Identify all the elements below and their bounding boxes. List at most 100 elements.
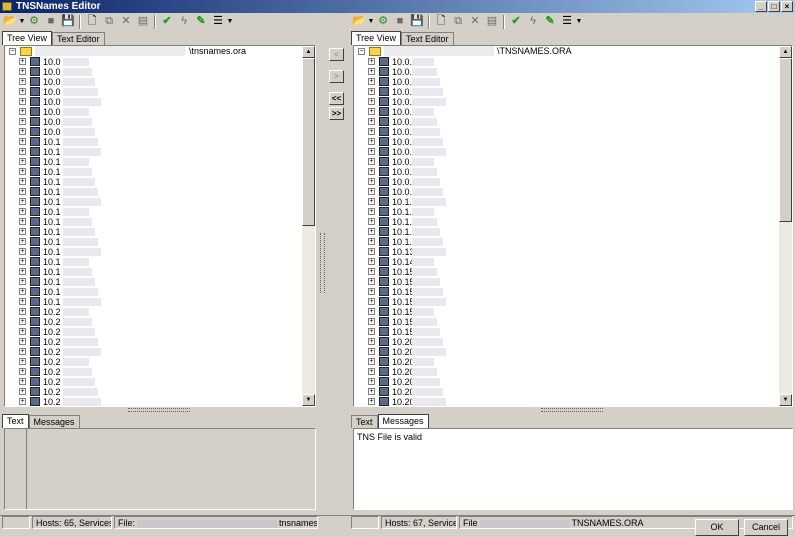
tree-node[interactable]: +10.0	[5, 67, 315, 77]
chevron-down-icon[interactable]: ▼	[368, 14, 375, 29]
expand-icon[interactable]: +	[368, 328, 375, 335]
tree-node[interactable]: +10.20	[354, 367, 792, 377]
tree-node[interactable]: +10.2	[5, 367, 315, 377]
tree-node[interactable]: +10.20	[354, 377, 792, 387]
tree-node[interactable]: +10.1	[5, 187, 315, 197]
expand-icon[interactable]: +	[19, 248, 26, 255]
tree-node[interactable]: +10.1	[5, 267, 315, 277]
copy-all-right-button[interactable]: >>	[329, 107, 344, 120]
tree-root[interactable]: − \tnsnames.ora	[5, 46, 315, 57]
left-tree-view[interactable]: − \tnsnames.ora +10.0 +10.0 +10.0 +10.0 +10.…	[4, 45, 316, 407]
expand-icon[interactable]: +	[19, 308, 26, 315]
check-edit-icon[interactable]: ✎	[542, 14, 558, 29]
tree-node[interactable]: +10.0	[5, 97, 315, 107]
expand-icon[interactable]: +	[19, 68, 26, 75]
checkmark-icon[interactable]: ✔	[508, 14, 524, 29]
expand-icon[interactable]: +	[368, 268, 375, 275]
tree-node[interactable]: +10.20	[354, 397, 792, 406]
tab-text-editor[interactable]: Text Editor	[52, 32, 105, 45]
expand-icon[interactable]: +	[19, 148, 26, 155]
copy-left-button[interactable]: <	[329, 48, 344, 61]
tree-node[interactable]: +10.15	[354, 287, 792, 297]
expand-icon[interactable]: +	[368, 368, 375, 375]
expand-icon[interactable]: +	[368, 128, 375, 135]
lightning-icon[interactable]: ϟ	[525, 14, 541, 29]
tree-node[interactable]: +10.15	[354, 297, 792, 307]
new-file-icon[interactable]: 🗋	[84, 14, 100, 29]
tree-node[interactable]: +10.1	[5, 197, 315, 207]
chevron-down-icon[interactable]: ▼	[576, 14, 583, 29]
expand-icon[interactable]: +	[19, 378, 26, 385]
check-edit-icon[interactable]: ✎	[193, 14, 209, 29]
expand-icon[interactable]: +	[19, 118, 26, 125]
expand-icon[interactable]: +	[19, 198, 26, 205]
expand-icon[interactable]: +	[368, 208, 375, 215]
tree-node[interactable]: +10.0	[5, 117, 315, 127]
tree-node[interactable]: +10.20	[354, 357, 792, 367]
tree-node[interactable]: +10.15	[354, 277, 792, 287]
tree-node[interactable]: +10.2	[5, 377, 315, 387]
expand-icon[interactable]: +	[368, 348, 375, 355]
tree-node[interactable]: +10.0	[5, 57, 315, 67]
expand-icon[interactable]: +	[19, 328, 26, 335]
tree-node[interactable]: +10.0.	[354, 127, 792, 137]
save-icon[interactable]: 💾	[409, 14, 425, 29]
tree-node[interactable]: +10.20	[354, 347, 792, 357]
expand-icon[interactable]: +	[19, 208, 26, 215]
tree-node[interactable]: +10.1	[5, 237, 315, 247]
collapse-icon[interactable]: −	[358, 48, 365, 55]
scroll-thumb[interactable]	[302, 58, 315, 226]
tree-node[interactable]: +10.0.	[354, 57, 792, 67]
connect-icon[interactable]: ⚙	[375, 14, 391, 29]
expand-icon[interactable]: +	[19, 268, 26, 275]
expand-icon[interactable]: +	[368, 178, 375, 185]
tree-node[interactable]: +10.15	[354, 317, 792, 327]
tree-node[interactable]: +10.1.	[354, 217, 792, 227]
expand-icon[interactable]: +	[368, 88, 375, 95]
expand-icon[interactable]: +	[368, 338, 375, 345]
splitter-grip[interactable]	[128, 408, 190, 412]
tree-node[interactable]: +10.20	[354, 387, 792, 397]
expand-icon[interactable]: +	[368, 318, 375, 325]
tree-node[interactable]: +10.1	[5, 207, 315, 217]
paste-icon[interactable]: ▤	[135, 14, 151, 29]
expand-icon[interactable]: +	[368, 228, 375, 235]
tree-node[interactable]: +10.0.	[354, 67, 792, 77]
tab-messages[interactable]: Messages	[28, 415, 80, 428]
scroll-down-icon[interactable]: ▼	[302, 394, 315, 406]
tree-node[interactable]: +10.2	[5, 347, 315, 357]
tree-node[interactable]: +10.2	[5, 327, 315, 337]
expand-icon[interactable]: +	[19, 98, 26, 105]
tree-node[interactable]: +10.0	[5, 107, 315, 117]
left-tree-scrollbar[interactable]: ▲ ▼	[302, 46, 315, 406]
expand-icon[interactable]: +	[19, 78, 26, 85]
tree-node[interactable]: +10.2	[5, 387, 315, 397]
expand-icon[interactable]: +	[19, 218, 26, 225]
tree-node[interactable]: +10.0	[5, 77, 315, 87]
expand-icon[interactable]: +	[19, 318, 26, 325]
sort-icon[interactable]: ☰	[559, 14, 575, 29]
expand-icon[interactable]: +	[368, 258, 375, 265]
expand-icon[interactable]: +	[368, 168, 375, 175]
tree-node[interactable]: +10.0.	[354, 87, 792, 97]
delete-icon[interactable]: ✕	[118, 14, 134, 29]
expand-icon[interactable]: +	[19, 388, 26, 395]
expand-icon[interactable]: +	[368, 158, 375, 165]
expand-icon[interactable]: +	[19, 238, 26, 245]
expand-icon[interactable]: +	[368, 308, 375, 315]
tree-node[interactable]: +10.2	[5, 307, 315, 317]
right-tree-view[interactable]: − \TNSNAMES.ORA +10.0. +10.0. +10.0. +10.0.…	[353, 45, 793, 407]
tree-node[interactable]: +10.1	[5, 157, 315, 167]
collapse-icon[interactable]: −	[9, 48, 16, 55]
tree-node[interactable]: +10.1	[5, 247, 315, 257]
expand-icon[interactable]: +	[368, 378, 375, 385]
new-file-icon[interactable]: 🗋	[433, 14, 449, 29]
tree-node[interactable]: +10.0.	[354, 177, 792, 187]
cancel-button[interactable]: Cancel	[744, 519, 788, 536]
tree-node[interactable]: +10.0.	[354, 167, 792, 177]
sort-icon[interactable]: ☰	[210, 14, 226, 29]
tab-tree-view[interactable]: Tree View	[2, 31, 53, 45]
copy-all-left-button[interactable]: <<	[329, 92, 344, 105]
expand-icon[interactable]: +	[19, 278, 26, 285]
tree-node[interactable]: +10.0	[5, 127, 315, 137]
